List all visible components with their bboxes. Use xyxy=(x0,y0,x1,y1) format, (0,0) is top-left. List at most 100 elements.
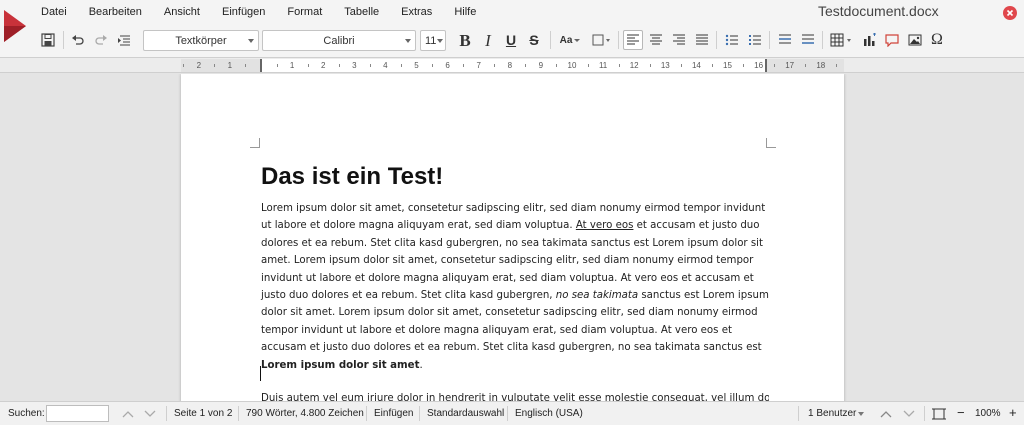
ruler-tick xyxy=(743,64,744,67)
italic-button[interactable]: I xyxy=(478,30,498,50)
ruler-tick xyxy=(836,64,837,67)
insert-table-button[interactable] xyxy=(828,30,856,50)
paragraph-style-select[interactable]: Textkörper xyxy=(143,30,259,51)
numbered-list-icon xyxy=(749,35,761,45)
font-name-value: Calibri xyxy=(323,34,355,47)
language-indicator[interactable]: Englisch (USA) xyxy=(515,408,583,419)
chevron-down-icon xyxy=(437,39,443,43)
bold-icon: B xyxy=(459,30,471,50)
underline-button[interactable]: U xyxy=(501,30,521,50)
ruler-tick xyxy=(681,64,682,67)
numbered-list-button[interactable] xyxy=(745,30,765,50)
chevron-down-icon xyxy=(248,39,254,43)
ruler-number: 6 xyxy=(445,61,450,70)
ruler-number: 2 xyxy=(320,61,326,70)
ruler-tick xyxy=(525,64,526,67)
bold-button[interactable]: B xyxy=(455,30,475,50)
zoom-level[interactable]: 100% xyxy=(975,408,1001,419)
status-separator xyxy=(238,406,239,421)
horizontal-ruler[interactable]: 2 1 1 2 3 4 5 6 7 8 9 10 11 12 13 14 15 16 17 18 xyxy=(0,58,1024,73)
toolbar-separator xyxy=(550,31,551,49)
word-count[interactable]: 790 Wörter, 4.800 Zeichen xyxy=(246,408,364,419)
bold-text: Lorem ipsum dolor sit amet xyxy=(261,359,420,371)
chart-icon xyxy=(864,33,876,46)
next-change-button[interactable] xyxy=(901,406,917,422)
ruler-left-indent-marker[interactable] xyxy=(260,59,262,72)
search-previous-button[interactable] xyxy=(120,406,136,422)
insert-symbol-button[interactable]: Ω xyxy=(927,30,947,50)
selection-mode[interactable]: Standardauswahl xyxy=(427,408,504,419)
align-left-button[interactable] xyxy=(623,30,643,50)
align-center-button[interactable] xyxy=(646,30,666,50)
redo-icon xyxy=(95,35,107,45)
text-case-button[interactable]: Aa xyxy=(556,30,584,50)
insert-chart-button[interactable] xyxy=(860,30,880,50)
ruler-number: 18 xyxy=(816,61,826,70)
close-icon xyxy=(1006,9,1014,17)
chevron-down-icon xyxy=(405,39,411,43)
align-right-button[interactable] xyxy=(669,30,689,50)
toolbar-separator xyxy=(716,31,717,49)
menu-format[interactable]: Format xyxy=(276,2,333,22)
toolbar-separator xyxy=(769,31,770,49)
document-title: Testdocument.docx xyxy=(818,3,939,19)
document-page[interactable]: Das ist ein Test! Lorem ipsum dolor sit … xyxy=(181,74,844,401)
chevron-down-icon xyxy=(858,412,864,416)
zoom-in-button[interactable]: + xyxy=(1009,405,1017,420)
document-paragraph[interactable]: Lorem ipsum dolor sit amet, consetetur s… xyxy=(261,200,769,374)
search-input[interactable] xyxy=(46,405,109,422)
menu-ansicht[interactable]: Ansicht xyxy=(153,2,211,22)
font-size-select[interactable]: 11 xyxy=(420,30,446,51)
menu-tabelle[interactable]: Tabelle xyxy=(333,2,390,22)
insert-image-button[interactable] xyxy=(905,30,925,50)
search-label: Suchen: xyxy=(8,408,45,419)
fit-page-icon xyxy=(932,408,946,420)
ruler-number: 12 xyxy=(629,61,639,70)
redo-button[interactable] xyxy=(91,30,111,50)
users-indicator[interactable]: 1 Benutzer xyxy=(808,408,856,419)
ruler-tick xyxy=(401,64,402,67)
ruler-tick xyxy=(277,64,278,67)
save-button[interactable] xyxy=(38,30,58,50)
ruler-number: 11 xyxy=(598,61,608,70)
title-toolbar-area: Datei Bearbeiten Ansicht Einfügen Format… xyxy=(0,0,1024,58)
page-margin-corner xyxy=(766,138,776,148)
insert-mode[interactable]: Einfügen xyxy=(374,408,413,419)
clear-format-icon xyxy=(118,35,130,46)
align-justify-button[interactable] xyxy=(692,30,712,50)
ruler-tick xyxy=(712,64,713,67)
format-paintbrush-button[interactable] xyxy=(114,30,134,50)
font-name-select[interactable]: Calibri xyxy=(262,30,416,51)
ruler-number: 17 xyxy=(785,61,795,70)
strikethrough-button[interactable]: S xyxy=(524,30,544,50)
border-button[interactable] xyxy=(589,30,615,50)
bullet-list-button[interactable] xyxy=(722,30,742,50)
ruler-tick xyxy=(494,64,495,67)
ruler-tick xyxy=(619,64,620,67)
close-button[interactable] xyxy=(1003,6,1017,20)
previous-change-button[interactable] xyxy=(878,406,894,422)
menu-hilfe[interactable]: Hilfe xyxy=(443,2,487,22)
document-heading[interactable]: Das ist ein Test! xyxy=(261,163,443,191)
decrease-indent-button[interactable] xyxy=(775,30,795,50)
status-bar: Suchen: Seite 1 von 2 790 Wörter, 4.800 … xyxy=(0,401,1024,425)
ruler-number: 16 xyxy=(754,61,764,70)
increase-indent-button[interactable] xyxy=(798,30,818,50)
status-separator xyxy=(166,406,167,421)
fit-page-button[interactable] xyxy=(931,406,947,422)
menu-extras[interactable]: Extras xyxy=(390,2,443,22)
menu-datei[interactable]: Datei xyxy=(30,2,78,22)
ruler-tick xyxy=(774,64,775,67)
document-paragraph-2[interactable]: Duis autem vel eum iriure dolor in hendr… xyxy=(261,390,769,401)
search-next-button[interactable] xyxy=(142,406,158,422)
status-separator xyxy=(419,406,420,421)
ruler-right-indent-marker[interactable] xyxy=(765,59,767,72)
save-icon xyxy=(41,33,55,47)
undo-button[interactable] xyxy=(68,30,88,50)
insert-comment-button[interactable] xyxy=(882,30,902,50)
zoom-out-button[interactable]: − xyxy=(957,405,965,420)
menu-bearbeiten[interactable]: Bearbeiten xyxy=(78,2,153,22)
page-margin-corner xyxy=(250,138,260,148)
page-indicator[interactable]: Seite 1 von 2 xyxy=(174,408,232,419)
menu-einfuegen[interactable]: Einfügen xyxy=(211,2,276,22)
